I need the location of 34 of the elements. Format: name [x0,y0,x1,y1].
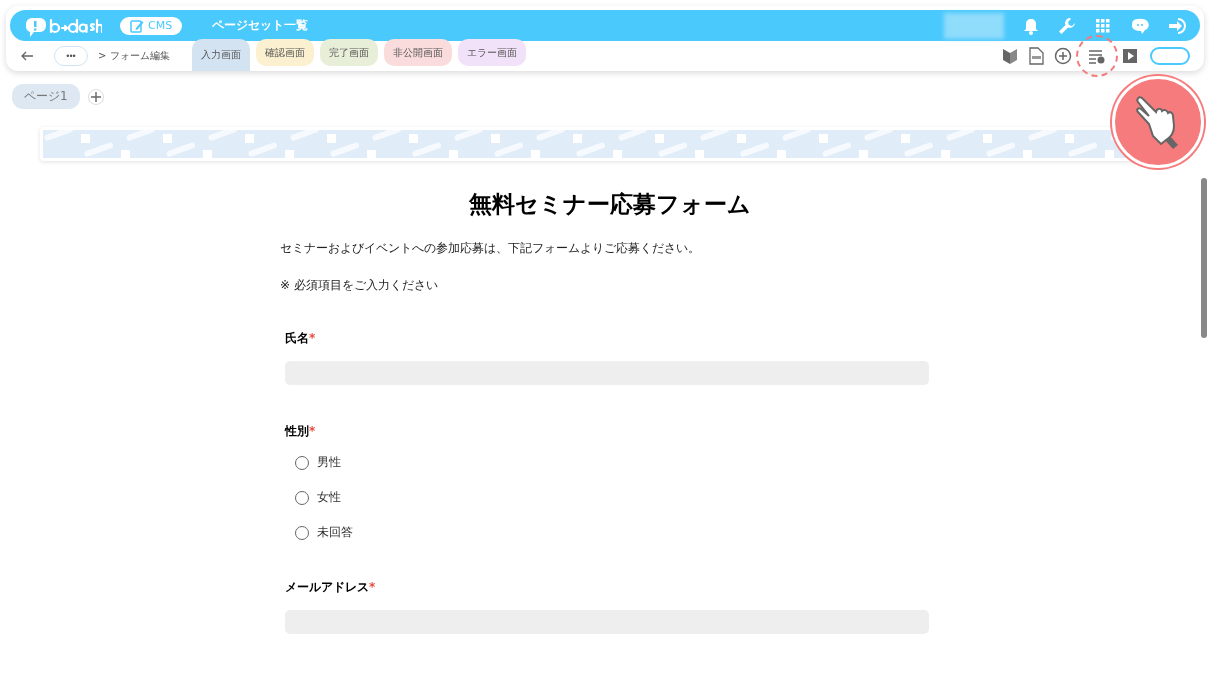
page-tab[interactable]: ページ1 [12,84,80,109]
required-note: ※ 必須項目をご入力ください [280,277,439,294]
required-mark: * [369,580,376,594]
plus-icon [90,91,101,102]
logout-icon[interactable] [1168,16,1188,35]
wrench-icon[interactable] [1058,16,1076,35]
field-label: 性別 [285,424,309,438]
bell-icon[interactable] [1022,16,1040,35]
screen-tab[interactable]: 非公開画面 [383,39,452,66]
option-label[interactable]: 男性 [317,454,341,471]
list-settings-icon[interactable] [1088,48,1106,64]
back-arrow-icon[interactable] [20,50,34,62]
breadcrumb: > フォーム編集 [98,49,170,63]
field-label: メールアドレス [285,580,369,594]
required-mark: * [309,331,316,345]
form-title: 無料セミナー応募フォーム [468,190,752,219]
outline-button[interactable] [1150,47,1190,65]
screen-tab[interactable]: 完了画面 [319,39,378,66]
required-mark: * [309,424,316,438]
option-label[interactable]: 未回答 [317,524,353,541]
edit-icon [130,18,144,33]
add-circle-icon[interactable] [1054,47,1072,65]
play-icon[interactable] [1122,48,1138,64]
add-page-button[interactable] [87,88,104,105]
intro-text: セミナーおよびイベントへの参加応募は、下記フォームよりご応募ください。 [280,240,701,257]
more-button[interactable]: ••• [54,46,88,66]
screen-tab[interactable]: エラー画面 [457,39,526,66]
screen-tab[interactable]: 入力画面 [191,39,250,71]
screen-tab[interactable]: 確認画面 [255,39,314,66]
field-label: 氏名 [285,331,309,345]
scroll-thumb[interactable] [1201,178,1207,338]
blurred-area [944,12,1004,39]
grid-icon[interactable] [1094,16,1112,35]
option-label[interactable]: 女性 [317,489,341,506]
